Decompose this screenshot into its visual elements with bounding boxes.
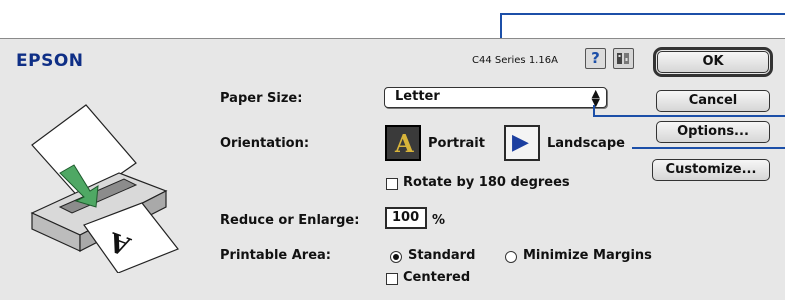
orientation-label: Orientation: [220, 136, 310, 151]
rotate-180-label[interactable]: Rotate by 180 degrees [403, 175, 570, 190]
question-mark-icon: ? [591, 49, 600, 67]
landscape-orientation-button[interactable]: ▶ [504, 125, 540, 161]
callout-line-top-horizontal [500, 13, 785, 15]
help-button[interactable]: ? [585, 48, 606, 69]
portrait-orientation-icon: A [395, 129, 414, 158]
standard-label[interactable]: Standard [408, 248, 475, 263]
paper-size-label: Paper Size: [220, 91, 303, 106]
centered-checkbox[interactable] [386, 273, 398, 285]
callout-line-middle-vertical [593, 105, 595, 115]
paper-size-value: Letter [395, 89, 440, 104]
percent-unit-label: % [432, 213, 446, 228]
minimize-margins-radio[interactable] [505, 251, 517, 263]
brand-logo: EPSON [16, 51, 84, 71]
printer-info-icon [617, 53, 629, 64]
callout-line-top-vertical [500, 13, 502, 40]
centered-label[interactable]: Centered [403, 270, 470, 285]
customize-button[interactable]: Customize... [652, 159, 770, 181]
printer-illustration: A [30, 104, 179, 273]
minimize-margins-label[interactable]: Minimize Margins [523, 248, 652, 263]
reduce-enlarge-label: Reduce or Enlarge: [220, 213, 360, 228]
landscape-orientation-icon: ▶ [512, 130, 529, 155]
landscape-label[interactable]: Landscape [547, 136, 625, 151]
printable-area-label: Printable Area: [220, 248, 332, 263]
reduce-enlarge-field[interactable]: 100 [385, 207, 427, 229]
page-setup-dialog: EPSON C44 Series 1.16A ? OK Cancel Optio… [0, 38, 785, 300]
ok-button[interactable]: OK [653, 47, 773, 77]
options-button[interactable]: Options... [656, 121, 770, 143]
standard-radio[interactable] [390, 251, 402, 263]
paper-size-popup[interactable]: Letter ▲ ▼ [384, 87, 607, 108]
callout-line-middle-horizontal [593, 115, 785, 117]
cancel-button[interactable]: Cancel [656, 90, 770, 112]
rotate-180-checkbox[interactable] [386, 178, 398, 190]
portrait-label[interactable]: Portrait [428, 136, 485, 151]
callout-line-lower-horizontal [632, 147, 785, 149]
about-button[interactable] [613, 48, 634, 69]
driver-version-label: C44 Series 1.16A [472, 55, 558, 66]
portrait-orientation-button[interactable]: A [385, 125, 421, 161]
